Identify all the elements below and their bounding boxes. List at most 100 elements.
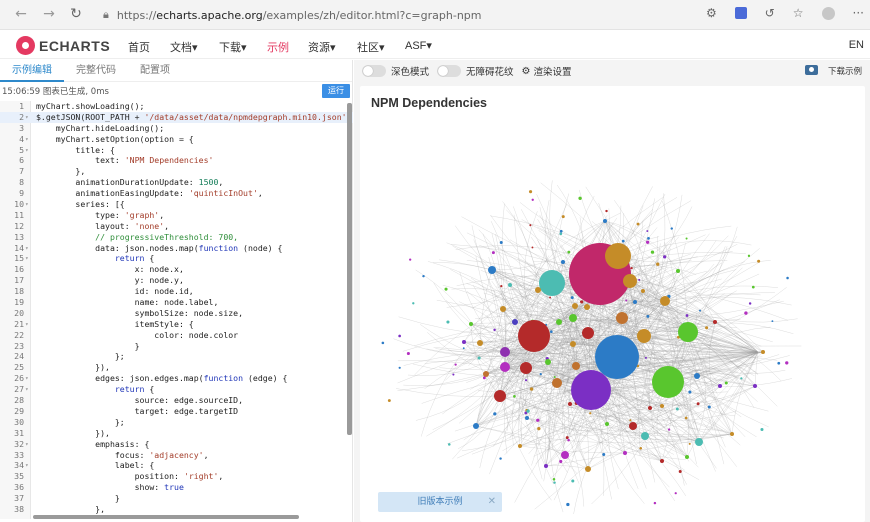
graph-node[interactable] (500, 362, 510, 372)
code-line[interactable]: 33 focus: 'adjacency', (0, 450, 353, 461)
code-line[interactable]: 38 }, (0, 504, 353, 515)
graph-leaf-node[interactable] (561, 215, 565, 219)
graph-node[interactable] (500, 306, 506, 312)
graph-node[interactable] (570, 341, 576, 347)
graph-node[interactable] (685, 455, 689, 459)
graph-leaf-node[interactable] (757, 259, 761, 263)
graph-leaf-node[interactable] (663, 255, 667, 259)
graph-leaf-node[interactable] (412, 302, 415, 305)
code-line[interactable]: 4 ▾ myChart.setOption(option = { (0, 134, 353, 145)
graph-node[interactable] (695, 438, 703, 446)
graph-leaf-node[interactable] (381, 341, 385, 345)
graph-leaf-node[interactable] (699, 309, 701, 312)
graph-leaf-node[interactable] (685, 237, 688, 240)
graph-node[interactable] (518, 320, 550, 352)
tab-options[interactable]: 配置项 (128, 60, 182, 82)
graph-leaf-node[interactable] (646, 230, 649, 233)
nav-docs[interactable]: 文档▾ (170, 39, 198, 55)
graph-leaf-node[interactable] (629, 419, 632, 422)
code-line[interactable]: 24 }; (0, 351, 353, 362)
code-line[interactable]: 3 myChart.hideLoading(); (0, 123, 353, 134)
code-line[interactable]: 35 position: 'right', (0, 471, 353, 482)
graph-node[interactable] (512, 319, 518, 325)
dark-mode-toggle[interactable] (362, 65, 386, 77)
graph-leaf-node[interactable] (537, 427, 541, 431)
graph-leaf-node[interactable] (589, 412, 592, 415)
graph-node[interactable] (616, 312, 628, 324)
nav-community[interactable]: 社区▾ (357, 39, 385, 55)
graph-node[interactable] (518, 444, 522, 448)
graph-node[interactable] (568, 402, 572, 406)
run-button[interactable]: 运行 (322, 84, 350, 98)
code-line[interactable]: 9 animationEasingUpdate: 'quinticInOut', (0, 188, 353, 199)
graph-node[interactable] (535, 287, 541, 293)
accessibility-toggle[interactable] (437, 65, 462, 77)
graph-node[interactable] (462, 340, 466, 344)
graph-leaf-node[interactable] (493, 328, 496, 332)
code-line[interactable]: 8 animationDurationUpdate: 1500, (0, 177, 353, 188)
graph-node[interactable] (676, 269, 680, 273)
graph-chart[interactable] (360, 86, 865, 522)
graph-node[interactable] (623, 451, 627, 455)
graph-node[interactable] (584, 304, 590, 310)
echarts-logo[interactable]: ECHARTS (16, 36, 110, 55)
graph-leaf-node[interactable] (553, 375, 556, 378)
code-line[interactable]: 15 ▾ return { (0, 253, 353, 264)
language-switch[interactable]: EN (849, 39, 864, 51)
graph-leaf-node[interactable] (744, 311, 748, 315)
graph-leaf-node[interactable] (650, 250, 655, 254)
graph-leaf-node[interactable] (630, 266, 633, 270)
graph-leaf-node[interactable] (678, 469, 682, 473)
graph-leaf-node[interactable] (462, 347, 465, 350)
code-line[interactable]: 22 color: node.color (0, 330, 353, 341)
graph-leaf-node[interactable] (549, 296, 552, 299)
graph-node[interactable] (678, 322, 698, 342)
horizontal-scrollbar[interactable] (33, 515, 299, 519)
graph-leaf-node[interactable] (777, 361, 781, 365)
graph-node[interactable] (469, 322, 473, 326)
graph-leaf-node[interactable] (531, 246, 534, 249)
extension-icon[interactable] (734, 7, 747, 19)
code-line[interactable]: 32 ▾ emphasis: { (0, 439, 353, 450)
graph-node[interactable] (660, 459, 664, 463)
graph-leaf-node[interactable] (571, 479, 575, 483)
graph-leaf-node[interactable] (786, 276, 789, 280)
graph-leaf-node[interactable] (578, 196, 582, 200)
graph-leaf-node[interactable] (602, 452, 606, 456)
graph-node[interactable] (552, 378, 562, 388)
code-line[interactable]: 10 ▾ series: [{ (0, 199, 353, 210)
render-settings-label[interactable]: 渲染设置 (534, 64, 572, 78)
graph-leaf-node[interactable] (559, 229, 563, 233)
graph-node[interactable] (473, 423, 479, 429)
graph-node[interactable] (637, 329, 651, 343)
code-line[interactable]: 16 x: node.x, (0, 264, 353, 275)
graph-leaf-node[interactable] (528, 190, 533, 194)
graph-node[interactable] (641, 289, 645, 293)
graph-leaf-node[interactable] (674, 492, 677, 495)
graph-leaf-node[interactable] (531, 198, 534, 201)
graph-leaf-node[interactable] (491, 251, 495, 255)
graph-node[interactable] (660, 296, 670, 306)
code-line[interactable]: 20 symbolSize: node.size, (0, 308, 353, 319)
gear-icon[interactable]: ⚙︎ (522, 66, 531, 77)
graph-leaf-node[interactable] (446, 320, 450, 324)
graph-node[interactable] (582, 327, 594, 339)
graph-leaf-node[interactable] (409, 258, 412, 261)
code-line[interactable]: 14 ▾ data: json.nodes.map(function (node)… (0, 243, 353, 254)
code-line[interactable]: 5 ▾ title: { (0, 145, 353, 156)
nav-asf[interactable]: ASF▾ (405, 39, 432, 52)
graph-leaf-node[interactable] (552, 477, 556, 481)
graph-leaf-node[interactable] (675, 407, 679, 411)
graph-leaf-node[interactable] (639, 447, 643, 450)
graph-leaf-node[interactable] (707, 405, 711, 409)
favorites-icon[interactable]: ☆ (793, 6, 804, 20)
graph-leaf-node[interactable] (696, 402, 700, 406)
code-line[interactable]: 37 } (0, 493, 353, 504)
graph-node[interactable] (572, 303, 578, 309)
graph-leaf-node[interactable] (656, 262, 660, 266)
tab-full-code[interactable]: 完整代码 (64, 60, 128, 82)
graph-leaf-node[interactable] (705, 326, 709, 330)
code-line[interactable]: 18 id: node.id, (0, 286, 353, 297)
graph-node[interactable] (730, 432, 734, 436)
graph-leaf-node[interactable] (688, 390, 692, 394)
